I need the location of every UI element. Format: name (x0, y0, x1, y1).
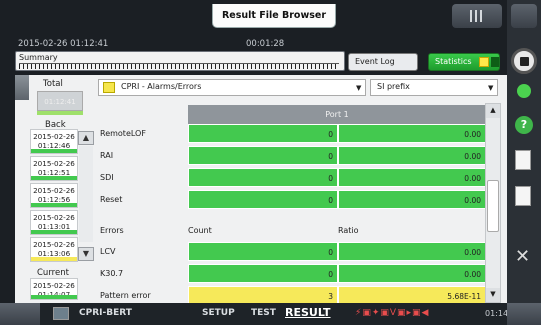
nav-result[interactable]: RESULT (285, 306, 331, 319)
category-label: CPRI - Alarms/Errors (121, 82, 202, 91)
top-menu-grip-icon[interactable] (452, 4, 502, 28)
table-scrollbar[interactable]: ▲ ▼ (485, 103, 501, 303)
current-status-bar (31, 295, 77, 299)
history-item[interactable]: 2015-02-26 01:13:06 (30, 237, 78, 262)
count-cell: 0 (188, 190, 338, 209)
nav-test[interactable]: TEST (251, 308, 276, 318)
history-date: 2015-02-26 (33, 132, 75, 141)
right-toolbar: ? ✕ (507, 0, 541, 325)
row-label: RAI (100, 151, 114, 160)
current-date: 2015-02-26 (33, 281, 75, 290)
ratio-cell: 0.00 (338, 242, 486, 261)
history-item[interactable]: 2015-02-26 01:13:01 (30, 210, 78, 235)
app-icon (53, 307, 69, 320)
status-led-icon (517, 84, 531, 98)
history-scroll-up-icon[interactable]: ▲ (78, 131, 94, 145)
scroll-down-icon[interactable]: ▼ (486, 288, 500, 302)
nav-setup[interactable]: SETUP (202, 308, 235, 318)
bottom-left-grip-icon[interactable] (0, 303, 40, 325)
scroll-thumb[interactable] (487, 180, 499, 232)
history-date: 2015-02-26 (33, 159, 75, 168)
row-label: LCV (100, 247, 116, 256)
total-button[interactable]: 01:12:41 (37, 91, 83, 111)
current-label: Current (37, 268, 69, 278)
total-status-bar (37, 111, 83, 115)
tab-statistics[interactable]: Statistics (428, 53, 500, 71)
count-cell: 0 (188, 168, 338, 187)
elapsed-time: 00:01:28 (246, 39, 285, 49)
total-label: Total (43, 79, 63, 89)
history-item[interactable]: 2015-02-26 01:12:56 (30, 183, 78, 208)
stop-button[interactable] (511, 48, 537, 74)
system-clock: 01:14 (485, 309, 509, 318)
unit-label: SI prefix (377, 82, 410, 91)
row-label: SDI (100, 173, 114, 182)
row-label: RemoteLOF (100, 129, 146, 138)
status-icons: ⚡▣✦▣V▣▸▣◀ (355, 308, 430, 318)
history-status-bar (31, 230, 77, 234)
start-datetime: 2015-02-26 01:12:41 (18, 39, 109, 49)
history-scroll-down-icon[interactable]: ▼ (78, 247, 94, 261)
bottom-navbar: CPRI-BERT SETUP TEST RESULT ⚡▣✦▣V▣▸▣◀ 01… (15, 303, 509, 325)
left-grip-icon[interactable] (15, 75, 29, 100)
result-content: Total 01:12:41 Back 2015-02-26 01:12:46 … (15, 75, 507, 305)
ratio-cell: 0.00 (338, 124, 486, 143)
unit-dropdown[interactable]: SI prefix ▼ (370, 79, 498, 96)
history-item[interactable]: 2015-02-26 01:12:46 (30, 129, 78, 154)
results-table: Port 1 RemoteLOF 0 0.00 RAI 0 0.00 SDI 0… (96, 105, 486, 305)
history-status-bar (31, 257, 77, 261)
category-color-icon (103, 82, 115, 93)
ratio-cell: 0.00 (338, 168, 486, 187)
ratio-cell: 0.00 (338, 146, 486, 165)
errors-column-header: Errors (100, 226, 124, 235)
ratio-cell: 0.00 (338, 264, 486, 283)
current-item[interactable]: 2015-02-26 01:14:07 (30, 278, 78, 300)
chevron-down-icon: ▼ (488, 84, 494, 92)
port-header: Port 1 (188, 105, 486, 124)
window-title: Result File Browser (212, 4, 336, 28)
chevron-down-icon: ▼ (356, 84, 362, 92)
timeline-ticks (19, 63, 339, 69)
history-scroll-track[interactable] (79, 146, 93, 242)
count-column-header: Count (188, 226, 212, 235)
count-cell: 0 (188, 124, 338, 143)
history-date: 2015-02-26 (33, 240, 75, 249)
statistics-indicator-icon (491, 57, 499, 67)
scroll-up-icon[interactable]: ▲ (486, 104, 500, 118)
ratio-column-header: Ratio (338, 226, 359, 235)
row-label: Reset (100, 195, 123, 204)
row-label: Pattern error (100, 291, 151, 300)
category-dropdown[interactable]: CPRI - Alarms/Errors ▼ (98, 79, 366, 96)
help-icon[interactable]: ? (515, 116, 533, 134)
history-date: 2015-02-26 (33, 186, 75, 195)
summary-timeline[interactable]: Summary (15, 51, 345, 71)
history-status-bar (31, 149, 77, 153)
history-status-bar (31, 176, 77, 180)
ratio-cell: 0.00 (338, 190, 486, 209)
app-name: CPRI-BERT (79, 308, 132, 318)
tab-statistics-label: Statistics (435, 57, 472, 66)
count-cell: 0 (188, 146, 338, 165)
statistics-led-icon (479, 57, 489, 67)
row-label: K30.7 (100, 269, 124, 278)
file-icon[interactable] (515, 186, 531, 206)
count-cell: 0 (188, 264, 338, 283)
bottom-right-grip-icon[interactable] (507, 303, 541, 325)
count-cell: 0 (188, 242, 338, 261)
summary-label: Summary (19, 53, 58, 62)
report-icon[interactable] (515, 150, 531, 170)
history-item[interactable]: 2015-02-26 01:12:51 (30, 156, 78, 181)
history-date: 2015-02-26 (33, 213, 75, 222)
stop-icon (520, 57, 529, 66)
right-grip-icon[interactable] (511, 4, 537, 28)
close-icon[interactable]: ✕ (515, 246, 530, 267)
history-status-bar (31, 203, 77, 207)
tab-event-log[interactable]: Event Log (348, 53, 418, 71)
